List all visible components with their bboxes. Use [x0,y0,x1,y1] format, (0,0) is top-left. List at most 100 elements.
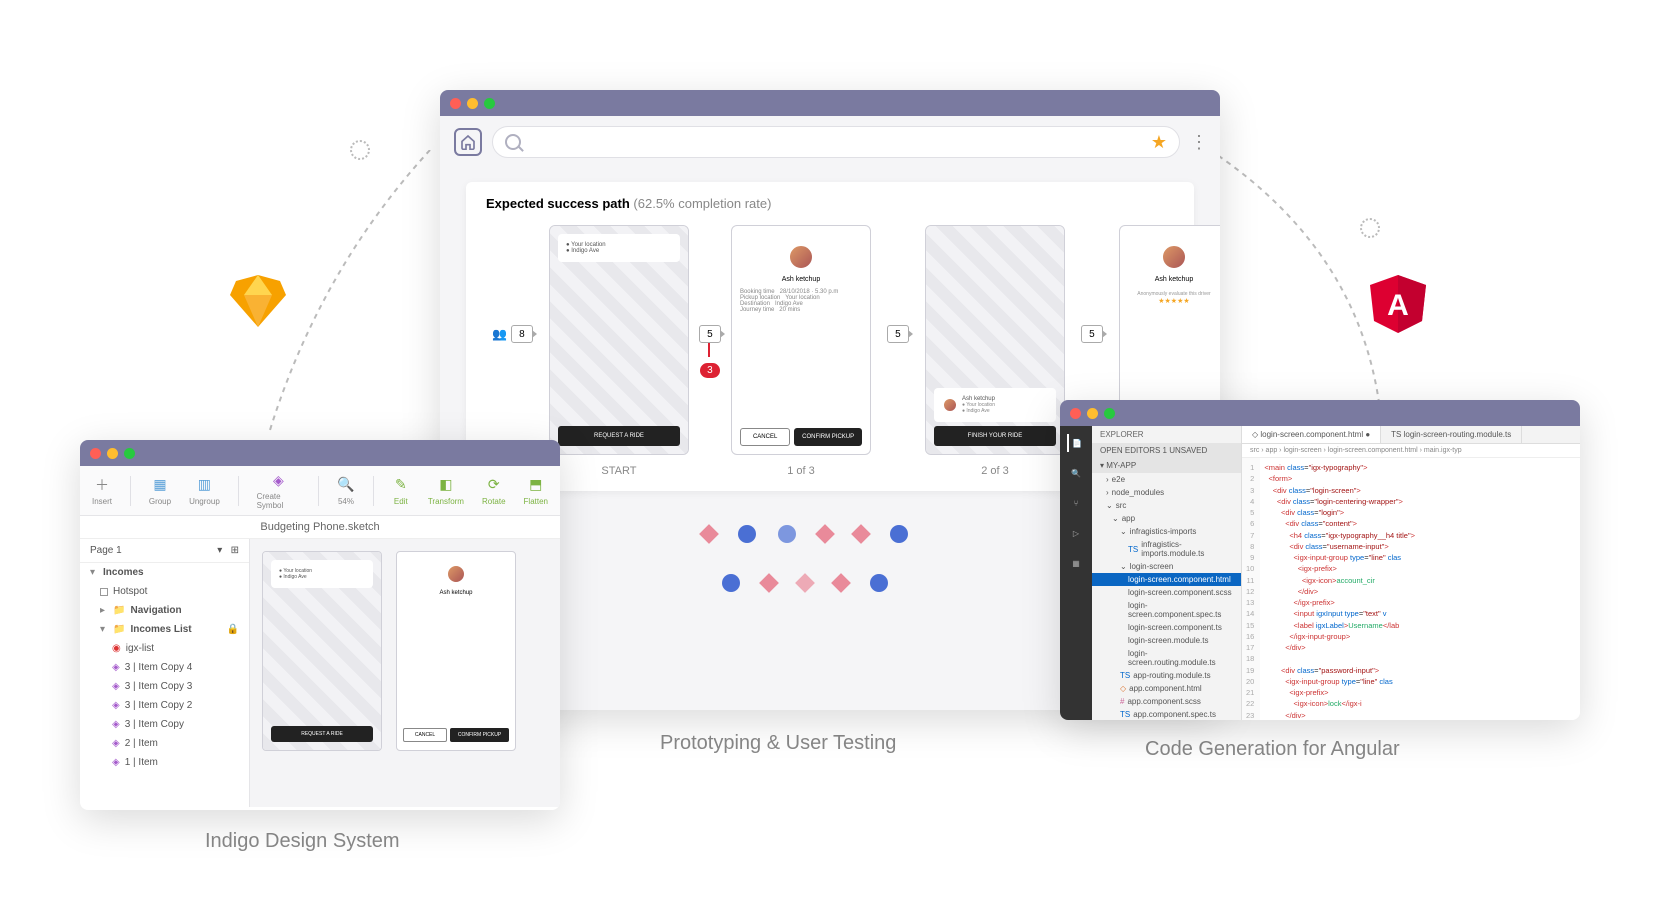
avatar [788,244,814,270]
maximize-icon[interactable] [484,98,495,109]
file-item[interactable]: login-screen.routing.module.ts [1092,647,1241,669]
home-icon[interactable] [454,128,482,156]
group-tool[interactable]: ▦Group [149,476,171,506]
sketch-logo-icon [230,275,286,327]
source-control-icon[interactable]: ⑂ [1067,494,1085,512]
document-title: Budgeting Phone.sketch [80,516,560,539]
file-item[interactable]: ◇ app.component.html [1092,682,1241,695]
layer-item[interactable]: ◈2 | Item [80,734,249,753]
folder-item[interactable]: › e2e [1092,473,1241,486]
step-label-2: 2 of 3 [981,465,1009,477]
debug-icon[interactable]: ▷ [1067,524,1085,542]
minimize-icon[interactable] [1087,408,1098,419]
editor-tabs: ◇ login-screen.component.html ● TS login… [1242,426,1580,444]
prototyping-label: Prototyping & User Testing [660,732,896,755]
create-symbol-tool[interactable]: ◈Create Symbol [257,471,301,510]
layer-item[interactable]: ◈3 | Item Copy [80,715,249,734]
click-marker [870,574,888,592]
flatten-tool[interactable]: ⬒Flatten [524,476,548,506]
folder-item[interactable]: ⌄ app [1092,512,1241,525]
file-item[interactable]: login-screen.component.html [1092,573,1241,586]
titlebar [80,440,560,466]
artboard[interactable]: Ash ketchup CANCEL CONFIRM PICKUP [396,551,516,751]
star-icon[interactable]: ★ [1151,132,1167,153]
layer-item[interactable]: Incomes [80,563,249,582]
extensions-icon[interactable]: ▦ [1067,554,1085,572]
participants-icon: 👥 [492,327,507,341]
search-input[interactable]: ★ [492,126,1180,158]
page-selector[interactable]: Page 1▾ ⊞ [80,539,249,563]
maximize-icon[interactable] [1104,408,1115,419]
proto-header: ★ ⋮ [440,116,1220,168]
folder-item[interactable]: ⌄ login-screen [1092,560,1241,573]
close-icon[interactable] [1070,408,1081,419]
layer-item[interactable]: 📁Navigation [80,601,249,620]
loading-indicator-icon [1360,218,1380,238]
flow-step-1: Ash ketchup Booking time 28/10/2018 · 5.… [731,225,871,477]
sketch-toolbar: ＋Insert ▦Group ▥Ungroup ◈Create Symbol 🔍… [80,466,560,516]
close-icon[interactable] [450,98,461,109]
titlebar [440,90,1220,116]
layer-item[interactable]: ◈1 | Item [80,753,249,772]
activity-bar: 📄 🔍 ⑂ ▷ ▦ [1060,426,1092,720]
step-count-2: 5 [887,325,909,343]
zoom-tool[interactable]: 🔍54% [337,476,355,506]
editor-tab[interactable]: TS login-screen-routing.module.ts [1381,426,1522,443]
minimize-icon[interactable] [467,98,478,109]
avatar [942,397,958,413]
step-count-3: 5 [1081,325,1103,343]
layer-item[interactable]: ◈3 | Item Copy 4 [80,658,249,677]
file-item[interactable]: TS app-routing.module.ts [1092,669,1241,682]
mock-screen-finish[interactable]: Ash ketchup● Your location● Indigo Ave F… [925,225,1065,455]
folder-item[interactable]: › node_modules [1092,486,1241,499]
click-marker [778,525,796,543]
layer-item[interactable]: ◈3 | Item Copy 3 [80,677,249,696]
layer-item[interactable]: ◈3 | Item Copy 2 [80,696,249,715]
layers-panel: Page 1▾ ⊞ Incomes Hotspot 📁Navigation 📁I… [80,539,250,807]
success-path-title: Expected success path (62.5% completion … [486,196,1174,211]
confirm-button: CONFIRM PICKUP [794,428,862,446]
click-marker [738,525,756,543]
timeline [552,522,1058,546]
code-editor[interactable]: ◇ login-screen.component.html ● TS login… [1242,426,1580,720]
code-editor-window: 📄 🔍 ⑂ ▷ ▦ EXPLORER OPEN EDITORS 1 UNSAVE… [1060,400,1580,720]
layer-item[interactable]: Hotspot [80,582,249,601]
flow-step-2: Ash ketchup● Your location● Indigo Ave F… [925,225,1065,477]
folder-item[interactable]: ⌄ infragistics-imports [1092,525,1241,538]
editor-tab[interactable]: ◇ login-screen.component.html ● [1242,426,1381,443]
ungroup-tool[interactable]: ▥Ungroup [189,476,220,506]
rotate-tool[interactable]: ⟳Rotate [482,476,506,506]
transform-tool[interactable]: ◧Transform [428,476,464,506]
file-item[interactable]: TS infragistics-imports.module.ts [1092,538,1241,560]
click-marker [890,525,908,543]
edit-tool[interactable]: ✎Edit [392,476,410,506]
file-item[interactable]: login-screen.component.spec.ts [1092,599,1241,621]
open-editors-section[interactable]: OPEN EDITORS 1 UNSAVED [1092,443,1241,458]
close-icon[interactable] [90,448,101,459]
layer-item[interactable]: 📁Incomes List🔒 [80,620,249,639]
minimize-icon[interactable] [107,448,118,459]
file-item[interactable]: login-screen.component.scss [1092,586,1241,599]
insert-tool[interactable]: ＋Insert [92,476,112,506]
event-marker [851,524,871,544]
folder-item[interactable]: ⌄ src [1092,499,1241,512]
breadcrumb[interactable]: src › app › login-screen › login-screen.… [1242,444,1580,458]
step-label-1: 1 of 3 [787,465,815,477]
event-marker [759,573,779,593]
explorer-icon[interactable]: 📄 [1067,434,1085,452]
event-marker [795,573,815,593]
layer-item[interactable]: ◉igx-list [80,639,249,658]
canvas[interactable]: ● Your location● Indigo Ave REQUEST A RI… [250,539,560,807]
file-item[interactable]: login-screen.component.ts [1092,621,1241,634]
mock-screen-confirm[interactable]: Ash ketchup Booking time 28/10/2018 · 5.… [731,225,871,455]
search-icon[interactable]: 🔍 [1067,464,1085,482]
maximize-icon[interactable] [124,448,135,459]
mock-screen-request[interactable]: ● Your location● Indigo Ave REQUEST A RI… [549,225,689,455]
file-item[interactable]: TS app.component.spec.ts [1092,708,1241,720]
file-item[interactable]: # app.component.scss [1092,695,1241,708]
project-section[interactable]: ▾ MY-APP [1092,458,1241,473]
artboard[interactable]: ● Your location● Indigo Ave REQUEST A RI… [262,551,382,751]
file-item[interactable]: login-screen.module.ts [1092,634,1241,647]
code-content[interactable]: 1234567891011121314151617181920212223242… [1242,458,1580,720]
more-icon[interactable]: ⋮ [1190,132,1206,153]
